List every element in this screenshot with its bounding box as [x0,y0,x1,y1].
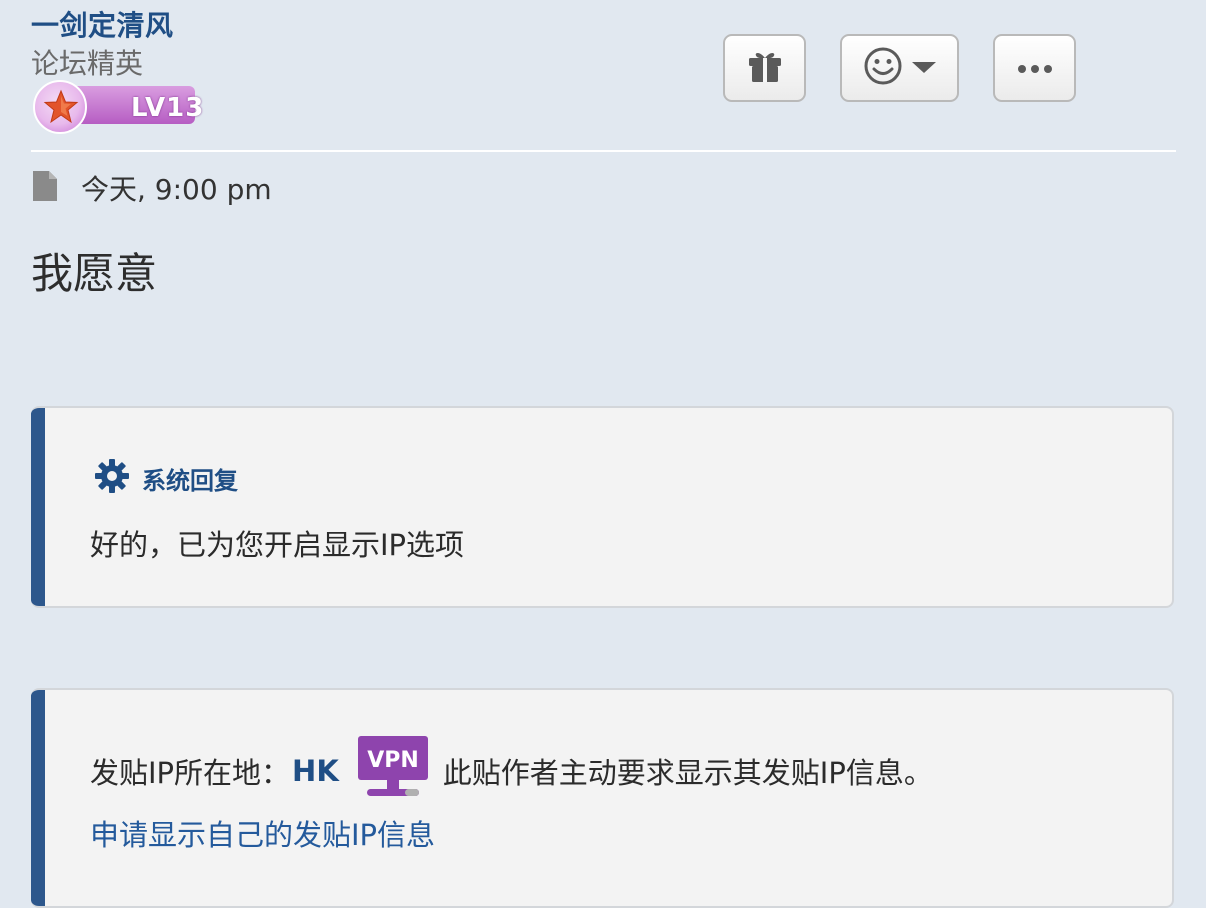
system-reply-header: 系统回复 [94,458,238,498]
card-accent-bar [31,690,45,906]
emoji-button[interactable] [840,34,959,102]
smiley-icon [863,46,903,90]
document-icon [31,169,59,207]
ellipsis-icon [1017,59,1053,78]
post-timestamp: 今天, 9:00 pm [81,173,272,206]
more-button[interactable] [993,34,1076,102]
star-icon [33,80,87,134]
ip-location-label: 发贴IP所在地： [90,756,291,790]
post-body: 我愿意 [31,249,158,298]
request-ip-display-link[interactable]: 申请显示自己的发贴IP信息 [90,812,435,854]
level-text: LV13 [131,93,205,123]
system-reply-title: 系统回复 [142,466,238,495]
card-accent-bar [31,408,45,606]
post-meta: 今天, 9:00 pm [31,168,272,208]
vpn-monitor-icon: VPN [357,735,429,807]
ip-note: 此贴作者主动要求显示其发贴IP信息。 [442,756,933,790]
gear-icon [94,458,130,498]
level-badge: LV13 [33,80,203,134]
level-pill: LV13 [69,86,203,124]
gift-icon [746,48,784,88]
author-name[interactable]: 一剑定清风 [31,4,174,44]
system-reply-message: 好的，已为您开启显示IP选项 [90,528,465,562]
system-reply-card: 系统回复 好的，已为您开启显示IP选项 [31,406,1174,608]
gift-button[interactable] [723,34,806,102]
ip-location-line: 发贴IP所在地： HK VPN 此贴作者主动要求显示其发贴IP信息。 [90,735,933,802]
ip-info-card: 发贴IP所在地： HK VPN 此贴作者主动要求显示其发贴IP信息。 申请显示自… [31,688,1174,908]
header-divider [31,150,1176,152]
vpn-label: VPN [367,748,419,773]
ip-location-code: HK [292,754,339,788]
author-rank: 论坛精英 [31,47,144,80]
chevron-down-icon [911,59,937,78]
